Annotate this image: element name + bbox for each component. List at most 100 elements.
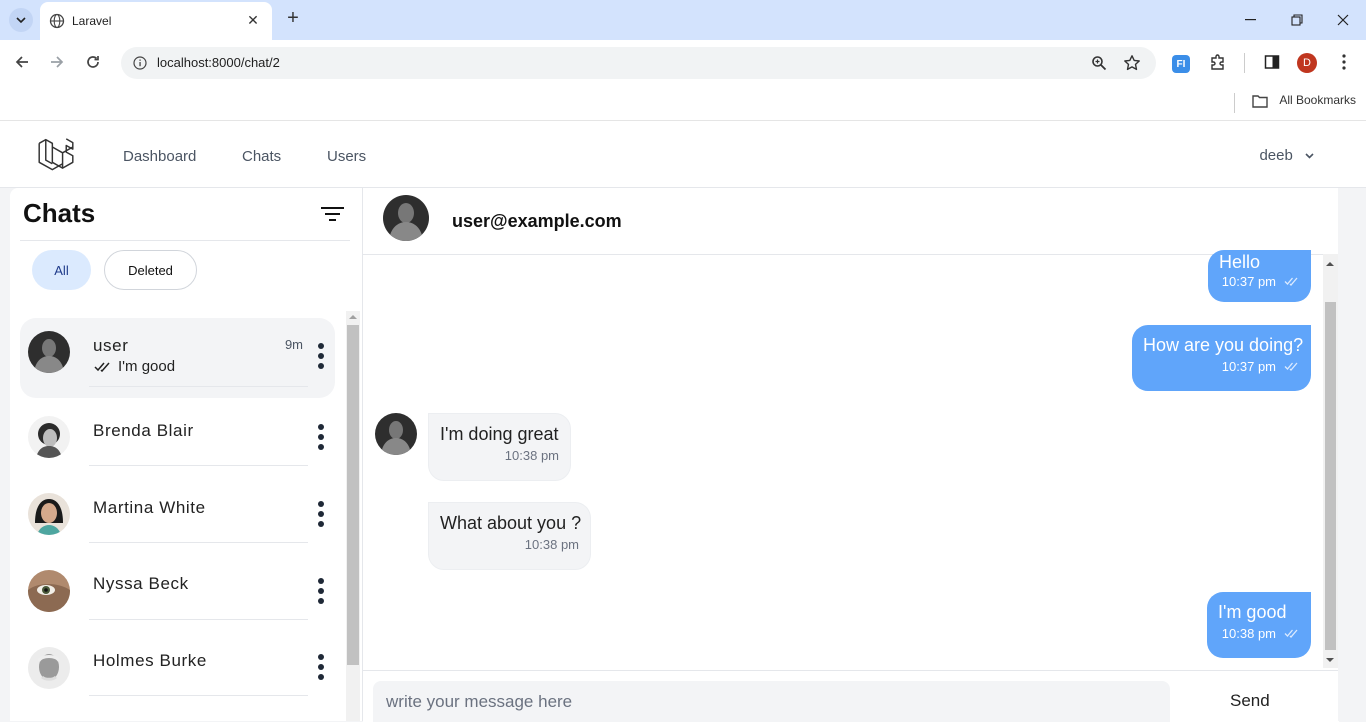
message-bubble-incoming: What about you ? 10:38 pm — [428, 502, 591, 570]
chat-options-icon[interactable] — [317, 424, 325, 450]
chat-item-name: Martina White — [93, 498, 206, 517]
chat-options-icon[interactable] — [317, 343, 325, 369]
url-text[interactable]: localhost:8000/chat/2 — [157, 55, 280, 70]
chat-list-scrollbar[interactable] — [346, 311, 360, 721]
address-bar[interactable]: localhost:8000/chat/2 — [121, 47, 1156, 79]
conversation-scrollbar[interactable] — [1323, 254, 1338, 668]
scroll-down-arrow-icon[interactable] — [1326, 657, 1334, 663]
avatar — [375, 413, 417, 455]
double-check-icon — [1284, 629, 1298, 638]
chat-item-divider — [89, 542, 308, 543]
chat-item-time: 9m — [284, 337, 303, 352]
chevron-down-icon — [16, 17, 26, 23]
message-composer: Send — [363, 670, 1339, 722]
chat-item-name: Nyssa Beck — [93, 574, 189, 593]
chat-list-title: Chats — [23, 198, 96, 228]
tab-title: Laravel — [72, 14, 112, 28]
scroll-up-arrow-icon[interactable] — [1326, 261, 1334, 267]
message-bubble-outgoing: Hello 10:37 pm — [1208, 250, 1311, 302]
message-text: How are you doing? — [1143, 335, 1304, 355]
window-close-icon[interactable] — [1331, 8, 1355, 32]
message-input[interactable] — [373, 681, 1170, 722]
restore-icon[interactable] — [1285, 8, 1309, 32]
new-tab-icon[interactable]: + — [282, 8, 304, 30]
nav-link-chats[interactable]: Chats — [242, 148, 281, 165]
back-icon[interactable] — [10, 50, 34, 74]
avatar — [28, 416, 70, 458]
chat-item-name: Brenda Blair — [93, 421, 194, 440]
message-time: 10:37 pm — [1221, 359, 1276, 374]
nav-link-users[interactable]: Users — [327, 148, 366, 165]
puzzle-icon[interactable] — [1206, 50, 1230, 74]
message-time: 10:37 pm — [1221, 274, 1276, 289]
avatar — [28, 331, 70, 373]
message-text: I'm doing great — [440, 424, 559, 444]
message-time: 10:38 pm — [524, 537, 579, 552]
send-button[interactable]: Send — [1230, 691, 1270, 711]
chat-list-divider — [20, 240, 350, 241]
scroll-up-arrow-icon[interactable] — [349, 314, 357, 320]
nav-link-dashboard[interactable]: Dashboard — [123, 148, 196, 165]
message-bubble-outgoing: How are you doing? 10:37 pm — [1132, 325, 1311, 391]
chat-list-item[interactable]: Nyssa Beck — [20, 556, 335, 636]
tab-search-button[interactable] — [9, 8, 33, 32]
chat-item-preview-text: I'm good — [118, 358, 176, 375]
tab-close-icon[interactable]: ✕ — [244, 11, 262, 29]
folder-icon[interactable] — [1252, 94, 1268, 108]
minimize-icon[interactable] — [1239, 8, 1263, 32]
laravel-logo[interactable] — [37, 136, 75, 174]
globe-icon — [49, 13, 65, 29]
user-menu-name: deeb — [1259, 147, 1293, 164]
double-check-icon — [1284, 362, 1298, 371]
message-bubble-incoming: I'm doing great 10:38 pm — [428, 413, 571, 481]
conversation-scroll-thumb[interactable] — [1325, 302, 1336, 650]
chat-item-divider — [89, 465, 308, 466]
message-text: What about you ? — [440, 513, 582, 533]
chat-list-item[interactable]: user 9m I'm good — [20, 318, 335, 398]
app-navigation: Dashboard Chats Users deeb — [0, 121, 1366, 188]
chat-list-scroll-thumb[interactable] — [347, 325, 359, 665]
reload-icon[interactable] — [81, 50, 105, 74]
bookmarks-divider — [1234, 93, 1235, 113]
message-time: 10:38 pm — [504, 448, 559, 463]
more-vert-icon[interactable] — [1332, 50, 1356, 74]
toolbar-divider — [1244, 53, 1245, 73]
user-menu-dropdown[interactable]: deeb — [1259, 147, 1314, 164]
conversation-contact: user@example.com — [452, 211, 622, 231]
browser-toolbar: localhost:8000/chat/2 FI D — [0, 40, 1366, 86]
chat-options-icon[interactable] — [317, 501, 325, 527]
page-right-margin — [1338, 188, 1366, 721]
bookmarks-bar: All Bookmarks — [0, 86, 1366, 121]
message-time: 10:38 pm — [1221, 626, 1276, 641]
chat-item-name: Holmes Burke — [93, 651, 207, 670]
chat-list-item[interactable]: Holmes Burke — [20, 633, 335, 713]
chat-list-item[interactable]: Martina White — [20, 480, 335, 560]
message-meta: 10:37 pm — [1219, 274, 1300, 289]
avatar — [28, 570, 70, 612]
message-text: I'm good — [1218, 602, 1287, 622]
chat-item-preview: I'm good — [94, 358, 175, 375]
avatar[interactable] — [383, 195, 429, 241]
filter-icon[interactable] — [320, 204, 346, 224]
chat-options-icon[interactable] — [317, 578, 325, 604]
conversation-header: user@example.com — [363, 188, 1339, 255]
star-icon[interactable] — [1123, 54, 1141, 72]
all-bookmarks-link[interactable]: All Bookmarks — [1279, 93, 1356, 107]
extension-icon[interactable]: FI — [1172, 55, 1190, 73]
filter-deleted-button[interactable]: Deleted — [104, 250, 197, 290]
chat-options-icon[interactable] — [317, 654, 325, 680]
browser-tab[interactable]: Laravel ✕ — [40, 2, 272, 40]
filter-all-button[interactable]: All — [32, 250, 91, 290]
chat-list-item[interactable]: Brenda Blair — [20, 403, 335, 483]
forward-icon[interactable] — [45, 50, 69, 74]
avatar — [28, 493, 70, 535]
conversation-panel: user@example.com Hello 10:37 pm How are … — [362, 188, 1339, 722]
message-meta: 10:38 pm — [1218, 626, 1300, 641]
zoom-icon[interactable] — [1091, 55, 1107, 71]
side-panel-icon[interactable] — [1260, 50, 1284, 74]
double-check-icon — [1284, 277, 1298, 286]
site-info-icon[interactable] — [133, 56, 147, 70]
avatar — [28, 647, 70, 689]
profile-avatar[interactable]: D — [1297, 53, 1317, 73]
message-meta: 10:37 pm — [1143, 359, 1300, 374]
